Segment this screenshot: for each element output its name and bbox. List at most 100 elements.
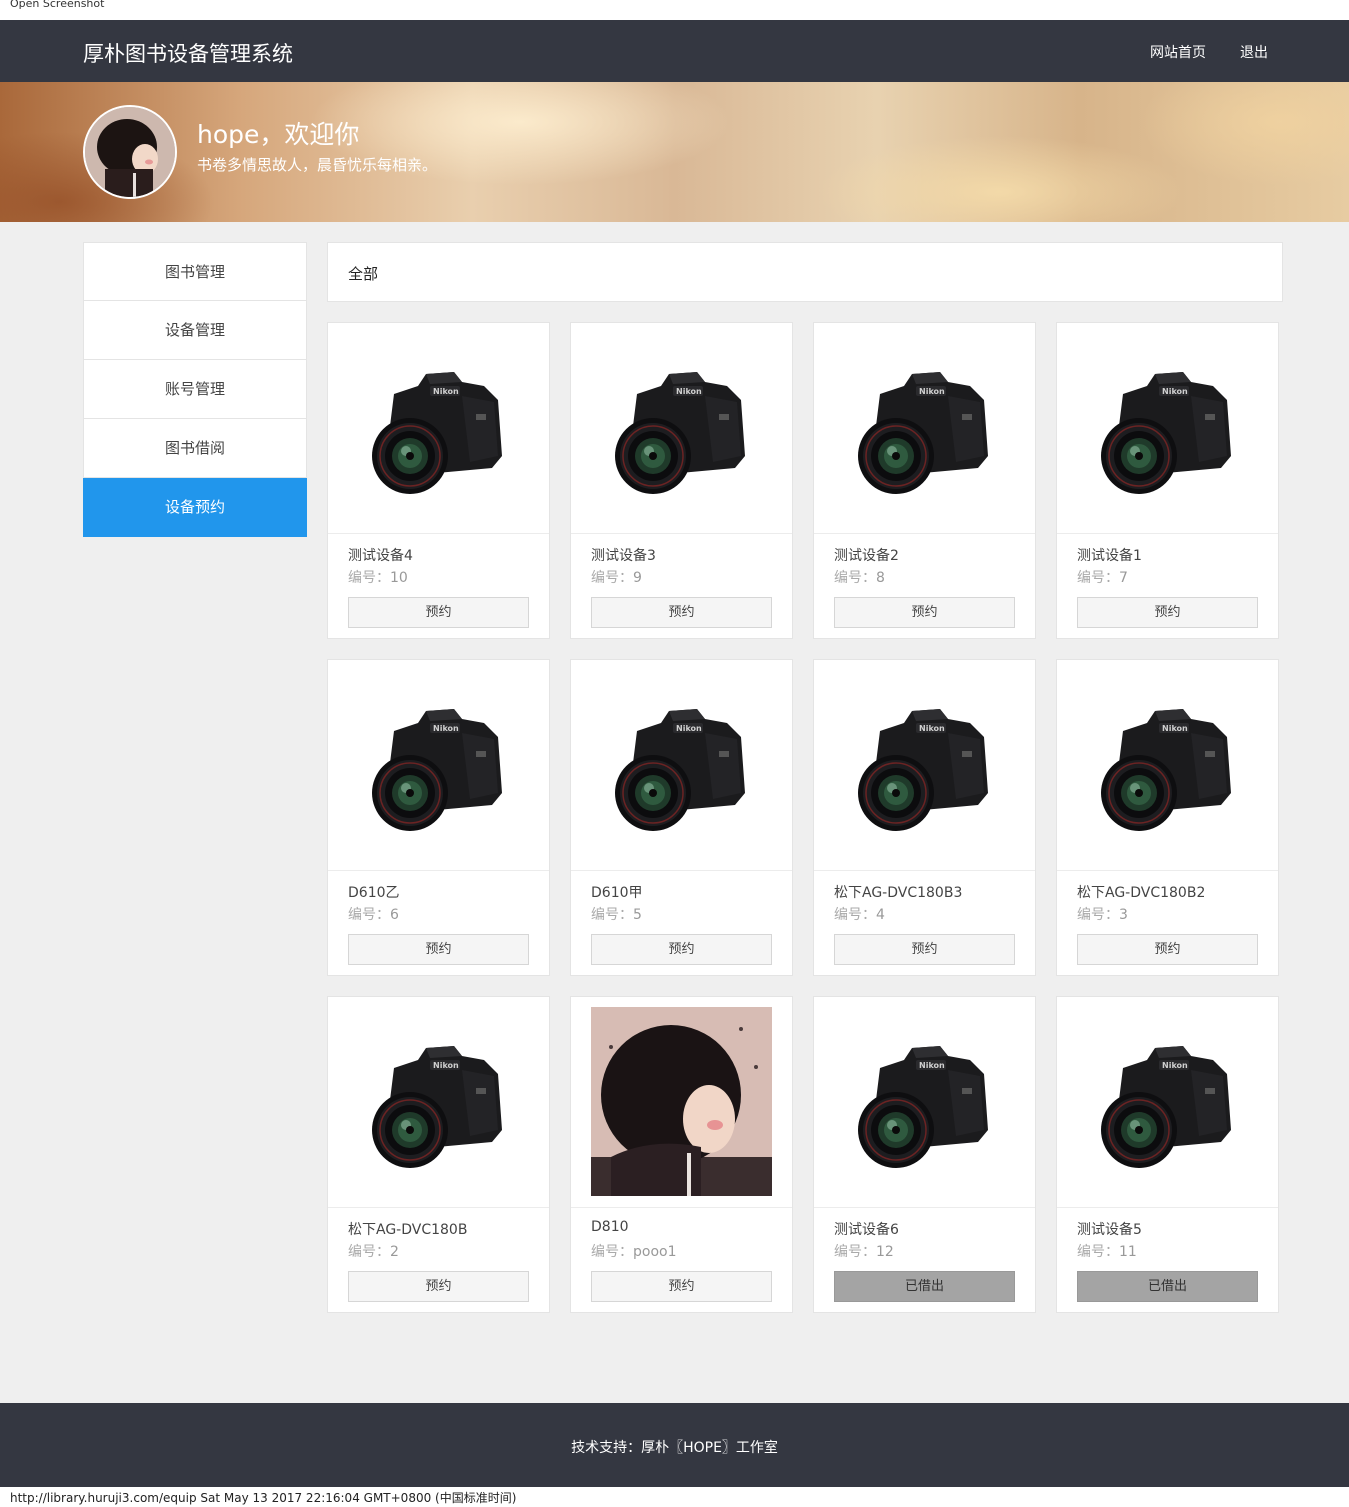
svg-text:Nikon: Nikon bbox=[919, 387, 945, 396]
device-card: Nikon 松下AG-DVC180B 编号：2 预约 bbox=[327, 996, 550, 1313]
device-code: 编号：8 bbox=[834, 567, 885, 587]
device-image[interactable]: Nikon bbox=[328, 660, 549, 871]
reserve-button[interactable]: 预约 bbox=[591, 597, 772, 628]
device-code-value: 3 bbox=[1119, 907, 1128, 923]
welcome-message: hope，欢迎你 bbox=[197, 120, 360, 149]
filter-all-tab[interactable]: 全部 bbox=[348, 263, 378, 284]
camera-image: Nikon bbox=[858, 709, 988, 831]
svg-text:Nikon: Nikon bbox=[919, 1061, 945, 1070]
device-code: 编号：6 bbox=[348, 904, 399, 924]
device-code-value: 12 bbox=[876, 1244, 894, 1260]
device-code-value: 4 bbox=[876, 907, 885, 923]
svg-text:Nikon: Nikon bbox=[433, 1061, 459, 1070]
device-image[interactable]: Nikon bbox=[814, 997, 1035, 1208]
device-card: Nikon 测试设备1 编号：7 预约 bbox=[1056, 322, 1279, 639]
camera-image: Nikon bbox=[372, 1046, 502, 1168]
device-image[interactable]: Nikon bbox=[571, 323, 792, 534]
top-navbar: 厚朴图书设备管理系统 网站首页 退出 bbox=[0, 20, 1349, 82]
device-name[interactable]: 测试设备6 bbox=[834, 1219, 899, 1239]
camera-image: Nikon bbox=[615, 709, 745, 831]
reserve-button[interactable]: 预约 bbox=[348, 597, 529, 628]
device-name[interactable]: 测试设备5 bbox=[1077, 1219, 1142, 1239]
borrowed-button[interactable]: 已借出 bbox=[834, 1271, 1015, 1302]
category-filter-bar: 全部 bbox=[327, 242, 1283, 302]
camera-image: Nikon bbox=[858, 1046, 988, 1168]
device-code: 编号：2 bbox=[348, 1241, 399, 1261]
svg-text:Nikon: Nikon bbox=[1162, 1061, 1188, 1070]
device-name[interactable]: 测试设备4 bbox=[348, 545, 413, 565]
device-name[interactable]: D610乙 bbox=[348, 882, 400, 902]
device-card: Nikon D610甲 编号：5 预约 bbox=[570, 659, 793, 976]
reserve-button[interactable]: 预约 bbox=[834, 934, 1015, 965]
device-name[interactable]: 测试设备2 bbox=[834, 545, 899, 565]
device-code-label: 编号： bbox=[834, 1244, 876, 1260]
svg-text:Nikon: Nikon bbox=[1162, 724, 1188, 733]
logout-link[interactable]: 退出 bbox=[1240, 42, 1268, 62]
reserve-button[interactable]: 预约 bbox=[1077, 934, 1258, 965]
device-name[interactable]: 测试设备3 bbox=[591, 545, 656, 565]
device-name[interactable]: 松下AG-DVC180B bbox=[348, 1219, 467, 1239]
reserve-button[interactable]: 预约 bbox=[348, 934, 529, 965]
device-card: Nikon 测试设备2 编号：8 预约 bbox=[813, 322, 1036, 639]
device-code-label: 编号： bbox=[1077, 907, 1119, 923]
svg-text:Nikon: Nikon bbox=[433, 724, 459, 733]
device-name[interactable]: D610甲 bbox=[591, 882, 643, 902]
reserve-button[interactable]: 预约 bbox=[591, 934, 772, 965]
device-card: Nikon 测试设备6 编号：12 已借出 bbox=[813, 996, 1036, 1313]
motto-text: 书卷多情思故人，晨昏忧乐每相亲。 bbox=[197, 156, 438, 174]
site-brand[interactable]: 厚朴图书设备管理系统 bbox=[83, 38, 293, 68]
device-card: Nikon 松下AG-DVC180B3 编号：4 预约 bbox=[813, 659, 1036, 976]
device-name[interactable]: 松下AG-DVC180B2 bbox=[1077, 882, 1205, 902]
device-code-value: 6 bbox=[390, 907, 399, 923]
device-image[interactable]: Nikon bbox=[1057, 997, 1278, 1208]
device-card: Nikon 测试设备3 编号：9 预约 bbox=[570, 322, 793, 639]
home-link[interactable]: 网站首页 bbox=[1150, 42, 1206, 62]
device-name[interactable]: 松下AG-DVC180B3 bbox=[834, 882, 962, 902]
device-image[interactable]: Nikon bbox=[328, 323, 549, 534]
sidebar-menu: 图书管理 设备管理 账号管理 图书借阅 设备预约 bbox=[83, 242, 307, 537]
device-code: 编号：7 bbox=[1077, 567, 1128, 587]
portrait-image bbox=[591, 1007, 772, 1196]
page-footer: 技术支持：厚朴〖HOPE〗工作室 bbox=[0, 1403, 1349, 1487]
device-code: 编号：5 bbox=[591, 904, 642, 924]
device-card: Nikon D610乙 编号：6 预约 bbox=[327, 659, 550, 976]
device-code: 编号：12 bbox=[834, 1241, 894, 1261]
device-code: 编号：11 bbox=[1077, 1241, 1137, 1261]
device-code-label: 编号： bbox=[348, 907, 390, 923]
borrowed-button[interactable]: 已借出 bbox=[1077, 1271, 1258, 1302]
sidebar-item-account-management[interactable]: 账号管理 bbox=[83, 360, 307, 419]
camera-image: Nikon bbox=[1101, 372, 1231, 494]
svg-text:Nikon: Nikon bbox=[676, 724, 702, 733]
reserve-button[interactable]: 预约 bbox=[834, 597, 1015, 628]
device-image[interactable]: Nikon bbox=[571, 660, 792, 871]
device-code-value: 5 bbox=[633, 907, 642, 923]
device-code-label: 编号： bbox=[834, 570, 876, 586]
sidebar-item-book-management[interactable]: 图书管理 bbox=[83, 242, 307, 301]
device-image[interactable]: Nikon bbox=[1057, 323, 1278, 534]
device-image[interactable]: Nikon bbox=[328, 997, 549, 1208]
device-image[interactable]: Nikon bbox=[814, 660, 1035, 871]
device-code-value: 11 bbox=[1119, 1244, 1137, 1260]
device-code-value: 8 bbox=[876, 570, 885, 586]
reserve-button[interactable]: 预约 bbox=[591, 1271, 772, 1302]
camera-image: Nikon bbox=[1101, 709, 1231, 831]
reserve-button[interactable]: 预约 bbox=[1077, 597, 1258, 628]
sidebar-item-device-reservation[interactable]: 设备预约 bbox=[83, 478, 307, 537]
device-image[interactable]: Nikon bbox=[814, 323, 1035, 534]
device-name[interactable]: D810 bbox=[591, 1219, 629, 1235]
device-code-label: 编号： bbox=[591, 1244, 633, 1260]
camera-image: Nikon bbox=[372, 372, 502, 494]
camera-image: Nikon bbox=[858, 372, 988, 494]
device-code: 编号：4 bbox=[834, 904, 885, 924]
device-image[interactable] bbox=[571, 997, 792, 1208]
svg-text:Nikon: Nikon bbox=[676, 387, 702, 396]
device-code: 编号：9 bbox=[591, 567, 642, 587]
device-code: 编号：10 bbox=[348, 567, 408, 587]
device-image[interactable]: Nikon bbox=[1057, 660, 1278, 871]
reserve-button[interactable]: 预约 bbox=[348, 1271, 529, 1302]
sidebar-item-device-management[interactable]: 设备管理 bbox=[83, 301, 307, 360]
camera-image: Nikon bbox=[372, 709, 502, 831]
sidebar-item-book-borrowing[interactable]: 图书借阅 bbox=[83, 419, 307, 478]
device-name[interactable]: 测试设备1 bbox=[1077, 545, 1142, 565]
device-card: D810 编号：pooo1 预约 bbox=[570, 996, 793, 1313]
